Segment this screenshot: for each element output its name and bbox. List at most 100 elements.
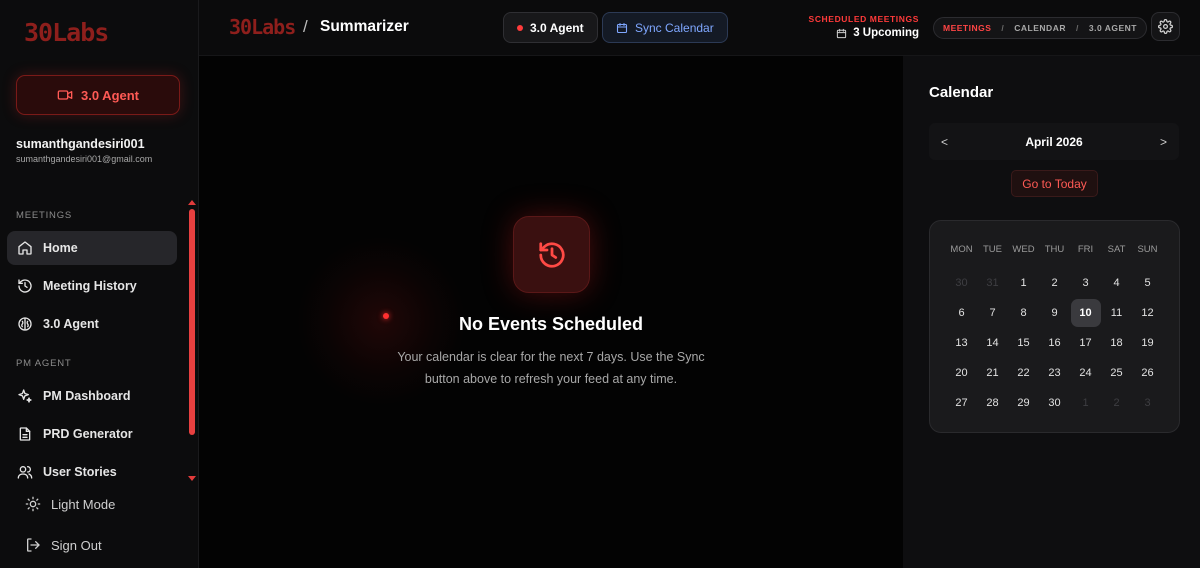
scroll-thumb[interactable] bbox=[189, 209, 195, 435]
scroll-up-arrow[interactable] bbox=[188, 200, 196, 205]
calendar-day[interactable]: 2 bbox=[1101, 388, 1132, 418]
calendar-small-icon bbox=[837, 28, 847, 38]
calendar-day[interactable]: 18 bbox=[1101, 328, 1132, 358]
calendar-day[interactable]: 17 bbox=[1070, 328, 1101, 358]
day-number: 18 bbox=[1110, 337, 1123, 349]
day-number: 4 bbox=[1113, 277, 1120, 289]
meetings-section-label: MEETINGS bbox=[16, 210, 73, 221]
go-to-today-button[interactable]: Go to Today bbox=[1011, 170, 1098, 197]
calendar-day[interactable]: 12 bbox=[1132, 298, 1163, 328]
calendar-day[interactable]: 19 bbox=[1132, 328, 1163, 358]
calendar-day[interactable]: 29 bbox=[1008, 388, 1039, 418]
settings-button[interactable] bbox=[1151, 12, 1180, 41]
calendar-day-today[interactable]: 10 bbox=[1070, 298, 1101, 328]
day-number: 6 bbox=[958, 307, 965, 319]
calendar-day[interactable]: 1 bbox=[1070, 388, 1101, 418]
sidebar-item-label: PRD Generator bbox=[43, 427, 133, 441]
agent-pill-label: 3.0 Agent bbox=[530, 20, 584, 35]
agent-pill-button[interactable]: 3.0 Agent bbox=[503, 12, 598, 43]
calendar-day[interactable]: 24 bbox=[1070, 358, 1101, 388]
day-number: 7 bbox=[989, 307, 996, 319]
sidebar-item-user-stories[interactable]: User Stories bbox=[7, 455, 177, 489]
sidebar-logo[interactable]: 30Labs bbox=[24, 18, 109, 47]
sign-out-label: Sign Out bbox=[51, 537, 102, 553]
calendar-day[interactable]: 9 bbox=[1039, 298, 1070, 328]
breadcrumb-separator: / bbox=[1001, 23, 1005, 33]
calendar-day[interactable]: 25 bbox=[1101, 358, 1132, 388]
calendar-day[interactable]: 6 bbox=[946, 298, 977, 328]
sidebar-item-agent[interactable]: 3.0 Agent bbox=[7, 307, 177, 341]
breadcrumb-meetings[interactable]: MEETINGS bbox=[943, 23, 991, 33]
agent-button-label: 3.0 Agent bbox=[80, 87, 140, 103]
calendar-title: Calendar bbox=[929, 84, 994, 101]
sidebar-item-pm-dashboard[interactable]: PM Dashboard bbox=[7, 379, 177, 413]
weekday-label: FRI bbox=[1077, 244, 1094, 255]
breadcrumb-agent[interactable]: 3.0 AGENT bbox=[1089, 23, 1137, 33]
home-icon bbox=[18, 241, 32, 255]
weekday-label: SUN bbox=[1137, 244, 1158, 255]
day-number: 28 bbox=[986, 397, 999, 409]
calendar-day[interactable]: 7 bbox=[977, 298, 1008, 328]
weekday-label: WED bbox=[1012, 244, 1035, 255]
calendar-day[interactable]: 2 bbox=[1039, 268, 1070, 298]
agent-button[interactable]: 3.0 Agent bbox=[16, 75, 180, 115]
title-separator: / bbox=[303, 17, 308, 36]
gear-icon bbox=[1158, 19, 1173, 34]
calendar-day[interactable]: 21 bbox=[977, 358, 1008, 388]
sidebar-item-home[interactable]: Home bbox=[7, 231, 177, 265]
calendar-day[interactable]: 26 bbox=[1132, 358, 1163, 388]
day-number: 13 bbox=[955, 337, 968, 349]
scheduled-meetings-label: SCHEDULED MEETINGS bbox=[808, 14, 919, 24]
calendar-day[interactable]: 23 bbox=[1039, 358, 1070, 388]
day-number: 29 bbox=[1017, 397, 1030, 409]
calendar-day[interactable]: 16 bbox=[1039, 328, 1070, 358]
sync-calendar-button[interactable]: Sync Calendar bbox=[602, 12, 728, 43]
calendar-day[interactable]: 8 bbox=[1008, 298, 1039, 328]
sidebar-item-label: PM Dashboard bbox=[43, 389, 131, 403]
sidebar-scrollbar[interactable] bbox=[188, 200, 196, 483]
sidebar-item-prd-generator[interactable]: PRD Generator bbox=[7, 417, 177, 451]
sign-out-button[interactable]: Sign Out bbox=[25, 537, 102, 553]
calendar-day[interactable]: 28 bbox=[977, 388, 1008, 418]
calendar-day[interactable]: 20 bbox=[946, 358, 977, 388]
calendar-day[interactable]: 30 bbox=[1039, 388, 1070, 418]
scroll-down-arrow[interactable] bbox=[188, 476, 196, 481]
breadcrumb-calendar[interactable]: CALENDAR bbox=[1014, 23, 1066, 33]
pm-section-label: PM AGENT bbox=[16, 358, 72, 369]
prev-month-button[interactable]: < bbox=[941, 135, 948, 149]
sparkles-icon bbox=[18, 389, 32, 403]
breadcrumb: MEETINGS / CALENDAR / 3.0 AGENT bbox=[933, 17, 1147, 39]
history-clock-icon bbox=[538, 241, 565, 268]
day-number: 2 bbox=[1113, 397, 1120, 409]
next-month-button[interactable]: > bbox=[1160, 135, 1167, 149]
calendar-day[interactable]: 30 bbox=[946, 268, 977, 298]
calendar-day[interactable]: 13 bbox=[946, 328, 977, 358]
sign-out-icon bbox=[27, 538, 40, 552]
calendar-day[interactable]: 22 bbox=[1008, 358, 1039, 388]
user-name: sumanthgandesiri001 bbox=[16, 137, 145, 151]
users-icon bbox=[17, 466, 33, 479]
calendar-icon bbox=[616, 22, 628, 33]
calendar-day[interactable]: 27 bbox=[946, 388, 977, 418]
sidebar-item-label: User Stories bbox=[43, 465, 117, 479]
day-number: 3 bbox=[1082, 277, 1089, 289]
calendar-day[interactable]: 3 bbox=[1132, 388, 1163, 418]
document-icon bbox=[19, 427, 31, 441]
day-number: 30 bbox=[1048, 397, 1061, 409]
calendar-day[interactable]: 14 bbox=[977, 328, 1008, 358]
calendar-day[interactable]: 3 bbox=[1070, 268, 1101, 298]
calendar-day[interactable]: 11 bbox=[1101, 298, 1132, 328]
header-logo[interactable]: 30Labs bbox=[229, 15, 296, 39]
sidebar-item-meeting-history[interactable]: Meeting History bbox=[7, 269, 177, 303]
sidebar: 30Labs 3.0 Agent sumanthgandesiri001 sum… bbox=[0, 0, 199, 568]
day-number: 30 bbox=[955, 277, 968, 289]
live-dot-icon bbox=[517, 24, 523, 31]
calendar-day[interactable]: 1 bbox=[1008, 268, 1039, 298]
light-mode-toggle[interactable]: Light Mode bbox=[25, 496, 115, 512]
day-number: 5 bbox=[1144, 277, 1151, 289]
calendar-day[interactable]: 31 bbox=[977, 268, 1008, 298]
calendar-day[interactable]: 5 bbox=[1132, 268, 1163, 298]
calendar-day[interactable]: 4 bbox=[1101, 268, 1132, 298]
day-number: 1 bbox=[1082, 397, 1089, 409]
calendar-day[interactable]: 15 bbox=[1008, 328, 1039, 358]
